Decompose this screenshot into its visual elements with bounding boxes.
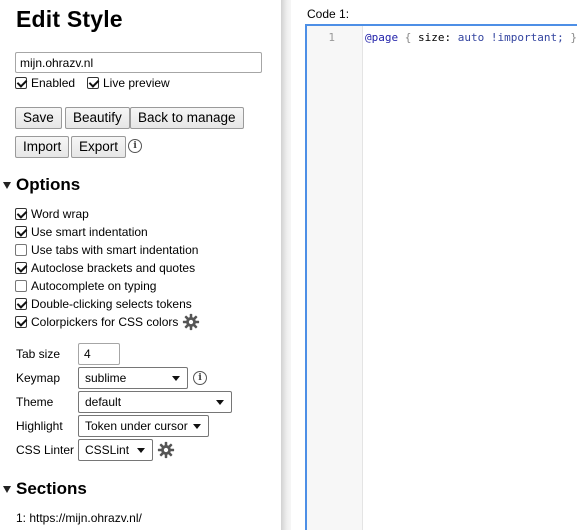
chevron-down-icon [137, 448, 145, 453]
code-open-brace: { [404, 31, 412, 44]
sidebar-resize-edge[interactable] [281, 0, 291, 530]
options-heading-text: Options [16, 175, 81, 194]
chevron-down-icon [193, 424, 201, 429]
option-autoclose-brackets[interactable]: Autoclose brackets and quotes [15, 261, 195, 275]
code-editor[interactable]: 1 @page { size: auto !important; } [305, 24, 577, 530]
info-icon[interactable]: i [128, 139, 142, 153]
code-close-brace: } [570, 31, 577, 44]
back-to-manage-button[interactable]: Back to manage [130, 107, 244, 129]
option-double-click-tokens[interactable]: Double-clicking selects tokens [15, 297, 192, 311]
colorpicker-settings-gear-icon[interactable] [182, 313, 200, 331]
checkbox[interactable] [15, 298, 27, 310]
option-label: Colorpickers for CSS colors [31, 315, 179, 329]
chevron-down-icon [172, 376, 180, 381]
keymap-select[interactable]: sublime [78, 367, 188, 389]
option-autocomplete[interactable]: Autocomplete on typing [15, 279, 156, 293]
code-value: auto [457, 31, 485, 44]
checkbox[interactable] [15, 316, 27, 328]
checkbox[interactable] [15, 280, 27, 292]
option-label: Autoclose brackets and quotes [31, 261, 196, 275]
code-line[interactable]: @page { size: auto !important; } [365, 31, 577, 44]
highlight-select[interactable]: Token under cursor [78, 415, 209, 437]
css-linter-select[interactable]: CSSLint [78, 439, 153, 461]
collapse-triangle-icon [3, 485, 11, 493]
code-section-label: Code 1: [307, 7, 350, 21]
sections-heading-text: Sections [16, 479, 87, 498]
page-title: Edit Style [16, 6, 123, 32]
live-preview-toggle[interactable]: Live preview [87, 76, 170, 90]
save-button[interactable]: Save [15, 107, 62, 129]
line-number-gutter: 1 [307, 26, 363, 530]
line-number: 1 [328, 31, 335, 44]
highlight-label: Highlight [16, 419, 63, 433]
keymap-value: sublime [85, 371, 127, 385]
checkbox[interactable] [15, 226, 27, 238]
tab-size-label: Tab size [16, 347, 61, 361]
code-property: size: [418, 31, 452, 44]
checkbox[interactable] [15, 208, 27, 220]
theme-value: default [85, 395, 122, 409]
linter-settings-gear-icon[interactable] [157, 441, 175, 459]
import-button[interactable]: Import [15, 136, 70, 158]
checkbox[interactable] [15, 244, 27, 256]
tab-size-input[interactable] [78, 343, 120, 365]
sidebar: Edit Style Enabled Live preview Save Bea… [0, 0, 281, 530]
highlight-value: Token under cursor [85, 419, 188, 433]
keymap-info-icon[interactable]: i [193, 371, 207, 385]
options-heading[interactable]: Options [3, 175, 80, 195]
option-label: Word wrap [31, 207, 89, 221]
sections-heading[interactable]: Sections [3, 479, 87, 499]
option-colorpickers[interactable]: Colorpickers for CSS colors [15, 315, 178, 329]
theme-select[interactable]: default [78, 391, 232, 413]
enabled-checkbox[interactable] [15, 77, 27, 89]
enabled-toggle[interactable]: Enabled [15, 76, 75, 90]
css-linter-value: CSSLint [85, 443, 130, 457]
option-word-wrap[interactable]: Word wrap [15, 207, 89, 221]
keymap-label: Keymap [16, 371, 61, 385]
option-tabs-smart-indentation[interactable]: Use tabs with smart indentation [15, 243, 198, 257]
theme-label: Theme [16, 395, 54, 409]
collapse-triangle-icon [3, 181, 11, 189]
code-at-rule: @page [365, 31, 399, 44]
live-preview-label: Live preview [103, 76, 170, 90]
chevron-down-icon [216, 400, 224, 405]
enabled-label: Enabled [31, 76, 76, 90]
checkbox[interactable] [15, 262, 27, 274]
export-button[interactable]: Export [71, 136, 127, 158]
code-important: !important; [490, 31, 564, 44]
option-label: Autocomplete on typing [31, 279, 157, 293]
option-label: Use smart indentation [31, 225, 148, 239]
editor-area: Code 1: 1 @page { size: auto !important;… [291, 0, 577, 530]
style-name-input[interactable] [15, 52, 262, 73]
section-link[interactable]: 1: https://mijn.ohrazv.nl/ [16, 511, 142, 525]
option-smart-indentation[interactable]: Use smart indentation [15, 225, 148, 239]
option-label: Double-clicking selects tokens [31, 297, 192, 311]
css-linter-label: CSS Linter [16, 443, 75, 457]
option-label: Use tabs with smart indentation [31, 243, 199, 257]
beautify-button[interactable]: Beautify [65, 107, 130, 129]
live-preview-checkbox[interactable] [87, 77, 99, 89]
